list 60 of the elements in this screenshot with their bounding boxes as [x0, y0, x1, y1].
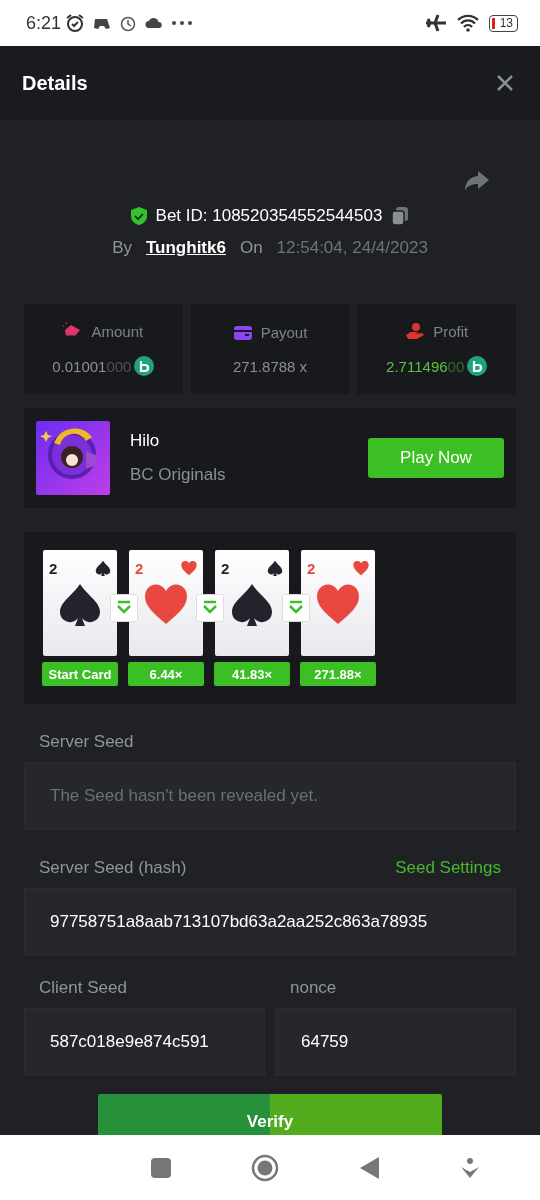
- more-icon: [171, 20, 194, 26]
- spade-icon: [58, 582, 102, 626]
- spade-icon: [230, 582, 274, 626]
- client-seed-field[interactable]: 587c018e9e874c591: [24, 1008, 265, 1076]
- game-name: Hilo: [130, 431, 161, 451]
- stat-value: 271.8788 x: [232, 357, 308, 375]
- heart-icon: [316, 582, 360, 626]
- field-label: Client Seed: [39, 978, 127, 998]
- nonce-field[interactable]: 64759: [275, 1008, 516, 1076]
- game-provider: BC Originals: [130, 465, 227, 485]
- verify-button[interactable]: Verify: [98, 1094, 442, 1135]
- seed-settings-link[interactable]: Seed Settings: [395, 858, 501, 878]
- heart-icon: [353, 560, 369, 576]
- alarm-clock-icon: [119, 14, 138, 32]
- multiplier-label: Start Card: [42, 662, 118, 686]
- accessibility-icon[interactable]: [460, 1156, 481, 1179]
- spade-icon: [267, 560, 283, 576]
- stat-label: Payout: [260, 324, 308, 341]
- heart-icon: [144, 582, 188, 626]
- recent-apps-icon[interactable]: [149, 1156, 172, 1179]
- username-link[interactable]: Tunghitk6: [145, 238, 226, 258]
- shield-check-icon: [129, 206, 148, 226]
- share-icon[interactable]: [464, 170, 490, 192]
- home-icon[interactable]: [251, 1153, 280, 1182]
- on-label: On: [239, 238, 263, 258]
- field-label: Server Seed: [39, 732, 134, 752]
- multiplier-label: 6.44×: [128, 662, 204, 686]
- playing-card: 2: [215, 550, 289, 656]
- by-label: By: [112, 238, 132, 258]
- playing-card: 2: [301, 550, 375, 656]
- multiplier-label: 41.83×: [214, 662, 290, 686]
- chevron-down-icon: [110, 594, 138, 622]
- back-icon[interactable]: [358, 1155, 381, 1180]
- stat-value: 0.01001000: [52, 357, 132, 375]
- playing-card: 2: [129, 550, 203, 656]
- cloud-icon: [145, 17, 164, 29]
- copy-icon[interactable]: [390, 206, 411, 226]
- status-time: 6:21: [26, 12, 62, 34]
- server-seed-hash-field[interactable]: 97758751a8aab713107bd63a2aa252c863a78935: [24, 888, 516, 956]
- chevron-down-icon: [282, 594, 310, 622]
- playing-card: 2: [43, 550, 117, 656]
- alarm-clock-icon: [65, 13, 86, 33]
- hand-user-icon: [405, 322, 426, 340]
- card-icon: [232, 323, 253, 342]
- stat-label: Profit: [433, 322, 469, 340]
- battery-indicator: 13: [488, 14, 518, 32]
- bet-datetime: 12:54:04, 24/4/2023: [276, 238, 428, 258]
- chevron-down-icon: [196, 594, 224, 622]
- stat-value: 2.71149600: [386, 357, 465, 375]
- airplane-icon: [424, 13, 447, 33]
- close-icon[interactable]: [496, 74, 514, 92]
- field-label: nonce: [290, 978, 337, 998]
- multiplier-label: 271.88×: [300, 662, 376, 686]
- dialog-title: Details: [22, 71, 88, 95]
- spade-icon: [95, 560, 111, 576]
- field-label: Server Seed (hash): [39, 858, 187, 878]
- bet-id: Bet ID: 108520354552544503: [155, 206, 383, 226]
- heart-icon: [181, 560, 197, 576]
- stat-label: Amount: [91, 322, 144, 340]
- wifi-icon: [456, 14, 479, 32]
